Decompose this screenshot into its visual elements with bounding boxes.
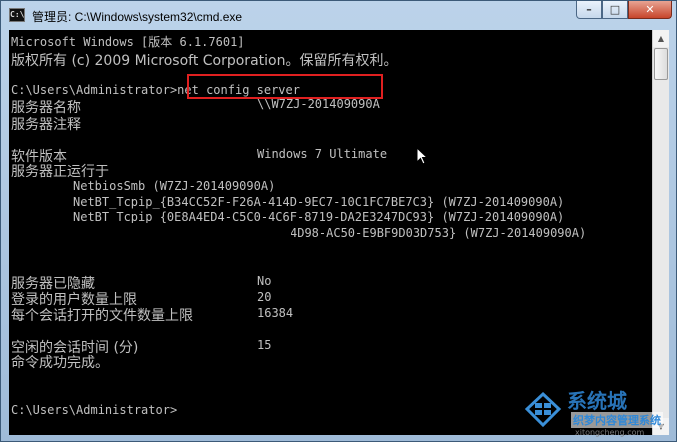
minimize-button[interactable]: –: [576, 1, 602, 19]
window-title: 管理员: C:\Windows\system32\cmd.exe: [32, 10, 243, 24]
watermark: 系统城 织梦内容管理系统 xitongcheng.com: [509, 385, 669, 439]
console-output[interactable]: Microsoft Windows [版本 6.1.7601] 版权所有 (c)…: [9, 30, 652, 435]
maximize-button[interactable]: □: [602, 1, 628, 19]
console-line: 每个会话打开的文件数量上限: [11, 308, 193, 324]
console-line: 16384: [257, 306, 294, 320]
cmd-window: C:\ 管理员: C:\Windows\system32\cmd.exe – □…: [0, 0, 677, 442]
watermark-brand: 系统城: [567, 389, 627, 413]
console-line: 服务器正运行于: [11, 164, 109, 180]
scroll-up-button[interactable]: ▲: [653, 30, 669, 47]
redacted-area: [29, 223, 291, 245]
console-prompt[interactable]: C:\Users\Administrator>: [11, 403, 177, 417]
console-line: 15: [257, 338, 272, 352]
cmd-icon: C:\: [9, 8, 25, 22]
console-line: Windows 7 Ultimate: [257, 147, 388, 161]
scrollbar-thumb[interactable]: [654, 48, 668, 80]
title-bar[interactable]: C:\ 管理员: C:\Windows\system32\cmd.exe – □…: [1, 1, 676, 29]
windows-logo-icon: [524, 391, 562, 428]
console-line: 服务器注释: [11, 117, 81, 133]
console-line: NetbiosSmb (W7ZJ-201409090A): [73, 179, 276, 193]
watermark-url: xitongcheng.com: [575, 428, 645, 437]
window-controls: – □ ✕: [576, 1, 672, 20]
highlight-box: [187, 74, 383, 99]
console-line: 版权所有 (c) 2009 Microsoft Corporation。保留所有…: [11, 53, 398, 69]
console-line: \\W7ZJ-201409090A: [257, 97, 380, 111]
mouse-cursor-icon: [416, 147, 428, 165]
console-line: 20: [257, 290, 272, 304]
watermark-subtitle: 织梦内容管理系统: [571, 412, 663, 428]
close-button[interactable]: ✕: [628, 1, 672, 19]
console-line: NetBT_Tcpip_{B34CC52F-F26A-414D-9EC7-10C…: [73, 195, 565, 209]
console-line: Microsoft Windows [版本 6.1.7601]: [11, 35, 245, 49]
vertical-scrollbar[interactable]: ▲ ▼: [652, 30, 669, 435]
console-line: No: [257, 274, 272, 288]
console-line: 4D98-AC50-E9BF9D03D753} (W7ZJ-201409090A…: [290, 226, 587, 240]
console-line: 命令成功完成。: [11, 355, 109, 371]
console-line: NetBT_Tcpip_{0E8A4ED4-C5C0-4C6F-8719-DA2…: [73, 210, 565, 224]
